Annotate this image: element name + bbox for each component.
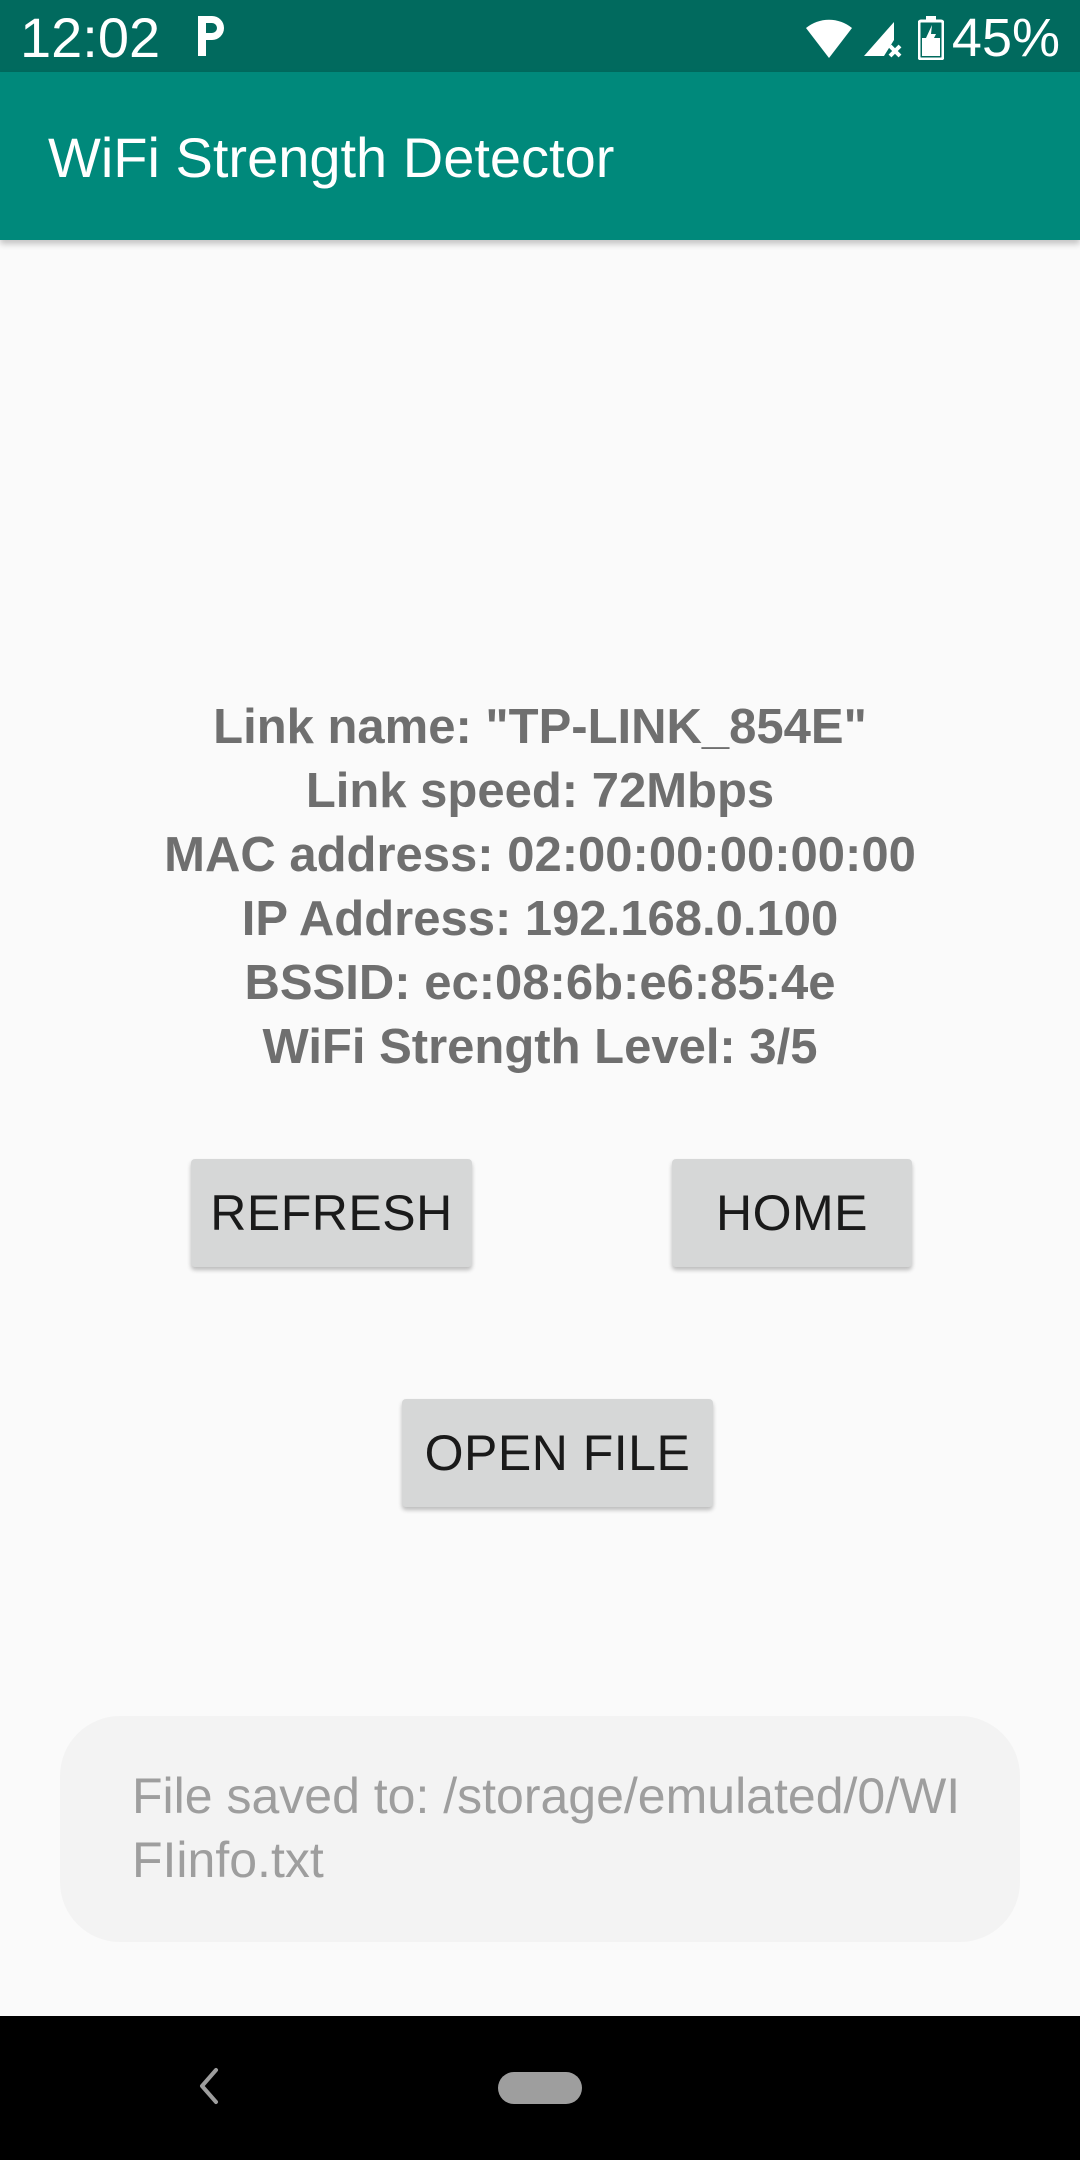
- wifi-info-text: Link name: "TP-LINK_854E" Link speed: 72…: [0, 695, 1080, 1079]
- link-name-text: Link name: "TP-LINK_854E": [213, 700, 867, 754]
- app-title: WiFi Strength Detector: [48, 126, 615, 189]
- battery-icon: [917, 16, 944, 60]
- battery-percent: 45%: [951, 8, 1060, 68]
- link-speed-text: Link speed: 72Mbps: [305, 764, 775, 818]
- home-pill-icon[interactable]: [498, 2072, 582, 2104]
- status-icons: 45%: [804, 8, 1060, 68]
- back-icon[interactable]: [196, 2066, 220, 2106]
- open-file-button[interactable]: OPEN FILE: [402, 1399, 713, 1507]
- parking-icon: [198, 16, 224, 56]
- signal-icon: [863, 22, 902, 58]
- status-time: 12:02: [20, 6, 161, 69]
- toast: File saved to: /storage/emulated/0/WIFIi…: [60, 1716, 1020, 1942]
- bssid-text: BSSID: ec:08:6b:e6:85:4e: [244, 956, 836, 1010]
- ip-address-text: IP Address: 192.168.0.100: [241, 892, 839, 946]
- strength-level-text: WiFi Strength Level: 3/5: [262, 1020, 818, 1074]
- wifi-icon: [805, 19, 852, 58]
- mac-address-text: MAC address: 02:00:00:00:00:00: [164, 828, 916, 882]
- app-bar: WiFi Strength Detector: [0, 72, 1080, 240]
- toast-message: File saved to: /storage/emulated/0/WIFIi…: [132, 1768, 961, 1888]
- status-bar: 12:02 45%: [0, 0, 1080, 72]
- navigation-bar: [0, 2016, 1080, 2160]
- refresh-button[interactable]: REFRESH: [191, 1159, 472, 1267]
- home-button[interactable]: HOME: [672, 1159, 912, 1267]
